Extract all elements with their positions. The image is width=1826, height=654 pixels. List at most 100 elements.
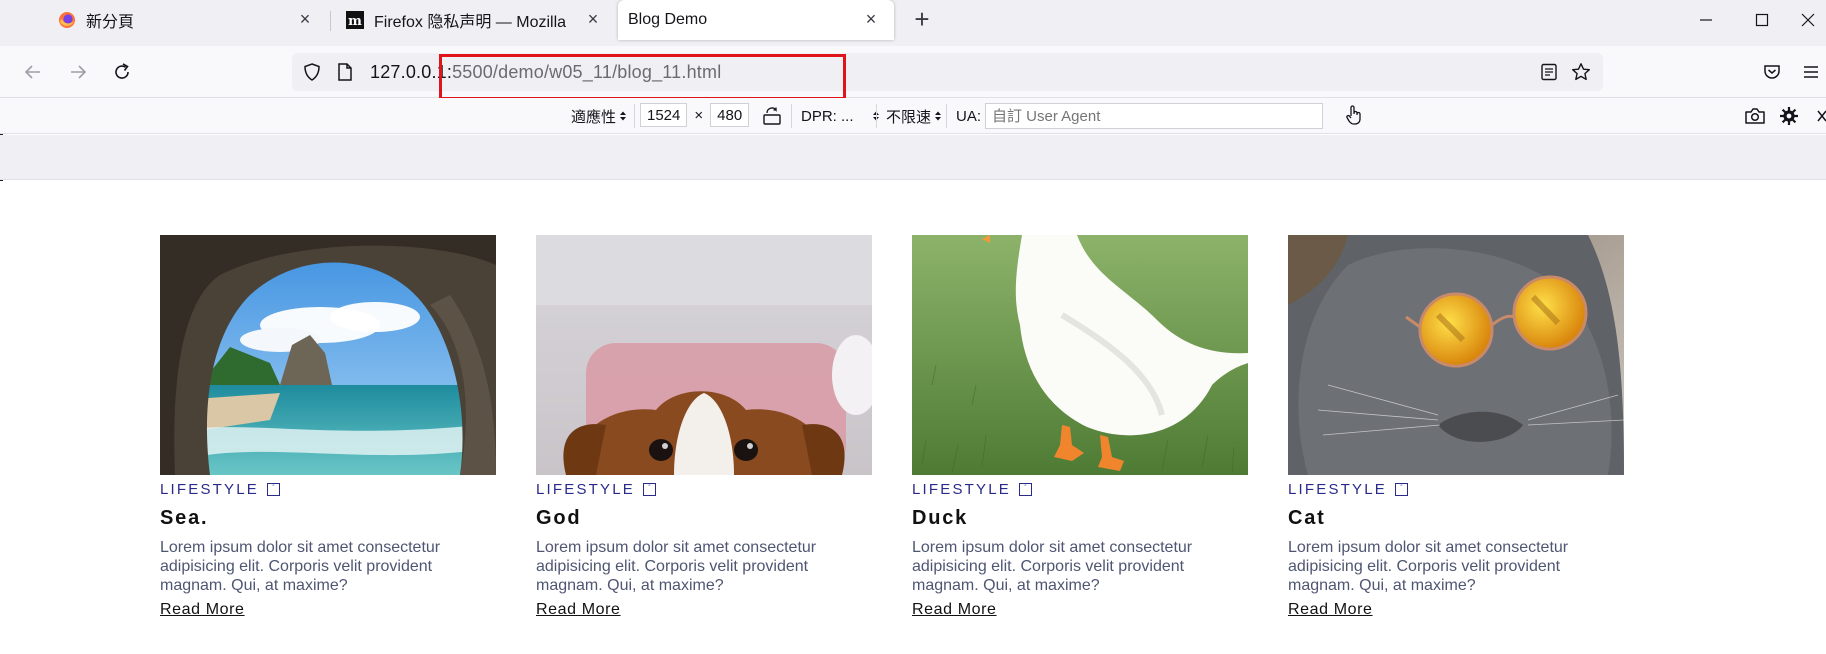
- throttle-label: 不限速: [886, 108, 932, 126]
- read-more-link[interactable]: Read More: [536, 601, 621, 619]
- card-description: Lorem ipsum dolor sit amet consectetur a…: [1288, 539, 1569, 594]
- window-close-button[interactable]: [1790, 0, 1826, 40]
- card-title: Sea.: [160, 507, 209, 529]
- card-description: Lorem ipsum dolor sit amet consectetur a…: [912, 539, 1193, 594]
- tab-label: Blog Demo: [628, 11, 708, 28]
- toolbar-divider: [876, 104, 877, 128]
- category-label: LIFESTYLE: [1288, 481, 1387, 498]
- missing-glyph-icon: ▫: [1395, 483, 1408, 496]
- blog-card-cat: LIFESTYLE ▫ Cat Lorem ipsum dolor sit am…: [1288, 235, 1624, 619]
- app-menu-button[interactable]: [1802, 58, 1826, 86]
- responsive-design-toolbar: 適應性 1524 × 480 DPR: ... 不限速 UA:: [0, 98, 1826, 134]
- reload-button[interactable]: [108, 58, 136, 86]
- missing-glyph-icon: ▫: [267, 483, 280, 496]
- blog-card-duck: LIFESTYLE ▫ Duck Lorem ipsum dolor sit a…: [912, 235, 1248, 619]
- url-host: 127.0.0.1:: [370, 62, 453, 82]
- camera-icon: [1745, 108, 1765, 124]
- dpr-selector[interactable]: DPR: ...: [801, 105, 880, 127]
- category-label: LIFESTYLE: [160, 481, 259, 498]
- gear-icon: [1780, 107, 1798, 125]
- page-info-icon[interactable]: [336, 62, 354, 82]
- svg-text:m: m: [348, 14, 362, 29]
- cat-with-sunglasses-image: [1288, 235, 1624, 475]
- screenshot-button[interactable]: [1744, 105, 1766, 127]
- hamburger-menu-icon: [1804, 66, 1818, 78]
- navigation-toolbar: 127.0.0.1:5500/demo/w05_11/blog_11.html: [0, 46, 1826, 98]
- bookmark-star-icon[interactable]: [1571, 62, 1591, 82]
- url-bar[interactable]: 127.0.0.1:5500/demo/w05_11/blog_11.html: [292, 53, 1603, 91]
- card-description: Lorem ipsum dolor sit amet consectetur a…: [536, 539, 817, 594]
- card-title: God: [536, 507, 582, 529]
- category-label: LIFESTYLE: [912, 481, 1011, 498]
- card-title: Duck: [912, 507, 969, 529]
- back-button[interactable]: [19, 58, 47, 86]
- new-tab-button[interactable]: +: [910, 6, 934, 32]
- dpr-label: DPR: ...: [801, 107, 854, 125]
- missing-glyph-icon: ▫: [643, 483, 656, 496]
- viewport-height-input[interactable]: 480: [710, 103, 750, 127]
- card-title: Cat: [1288, 507, 1326, 529]
- duck-image: [912, 235, 1248, 475]
- pocket-icon: [1764, 65, 1780, 79]
- times-sign: ×: [694, 106, 704, 124]
- mozilla-m-icon: m: [346, 11, 364, 29]
- close-rdm-button[interactable]: [1816, 105, 1826, 127]
- throttle-selector[interactable]: 不限速: [886, 105, 942, 127]
- tab-new-tab[interactable]: 新分頁 ×: [58, 0, 328, 40]
- rotate-button[interactable]: [762, 105, 782, 127]
- card-description: Lorem ipsum dolor sit amet consectetur a…: [160, 539, 441, 594]
- maximize-button[interactable]: [1734, 0, 1790, 40]
- close-tab-icon[interactable]: ×: [584, 10, 602, 28]
- url-path: 5500/demo/w05_11/blog_11.html: [452, 62, 722, 82]
- page-viewport: LIFESTYLE ▫ Sea. Lorem ipsum dolor sit a…: [0, 181, 1826, 654]
- sea-cave-image: [160, 235, 496, 475]
- minimize-icon: [1700, 19, 1712, 21]
- rotate-viewport-icon: [763, 107, 781, 125]
- forward-arrow-icon: [71, 65, 87, 79]
- forward-button[interactable]: [64, 58, 92, 86]
- category-label: LIFESTYLE: [536, 481, 635, 498]
- tab-label: Firefox 隐私声明 — Mozilla: [374, 14, 567, 31]
- tracking-shield-icon[interactable]: [302, 62, 322, 82]
- toolbar-divider: [634, 104, 635, 128]
- close-tab-icon[interactable]: ×: [862, 10, 880, 28]
- puppy-image: [536, 235, 872, 475]
- touch-simulation-button[interactable]: [1344, 104, 1364, 126]
- tab-divider: [330, 11, 331, 31]
- close-window-icon: [1801, 13, 1815, 27]
- up-down-arrow-icon: [620, 111, 627, 121]
- read-more-link[interactable]: Read More: [1288, 601, 1373, 619]
- viewport-size: 1524 × 480: [640, 103, 750, 127]
- reader-view-icon[interactable]: [1540, 63, 1558, 81]
- toolbar-divider: [791, 104, 792, 128]
- url-text[interactable]: 127.0.0.1:5500/demo/w05_11/blog_11.html: [370, 62, 721, 83]
- viewport-width-input[interactable]: 1524: [640, 103, 688, 127]
- tab-strip: 新分頁 × m Firefox 隐私声明 — Mozilla × Blog De…: [0, 0, 1826, 46]
- up-down-arrow-icon: [935, 111, 942, 121]
- reload-icon: [115, 63, 129, 79]
- close-tab-icon[interactable]: ×: [296, 10, 314, 28]
- read-more-link[interactable]: Read More: [160, 601, 245, 619]
- user-agent-input[interactable]: [985, 103, 1323, 129]
- missing-glyph-icon: ▫: [1019, 483, 1032, 496]
- toolbar-divider: [946, 104, 947, 128]
- device-label: 適應性: [571, 108, 617, 126]
- card-category: LIFESTYLE ▫: [536, 481, 872, 498]
- tab-firefox-privacy[interactable]: m Firefox 隐私声明 — Mozilla ×: [346, 0, 616, 40]
- read-more-link[interactable]: Read More: [912, 601, 997, 619]
- pocket-button[interactable]: [1758, 58, 1786, 86]
- ua-label: UA:: [956, 107, 982, 125]
- viewport-header-area: [0, 135, 1826, 180]
- tab-blog-demo[interactable]: Blog Demo ×: [618, 0, 894, 40]
- minimize-button[interactable]: [1678, 0, 1734, 40]
- close-icon: [1817, 110, 1826, 122]
- tab-label: 新分頁: [86, 14, 135, 31]
- back-arrow-icon: [24, 65, 40, 79]
- settings-button[interactable]: [1779, 105, 1799, 127]
- card-category: LIFESTYLE ▫: [1288, 481, 1624, 498]
- card-category: LIFESTYLE ▫: [160, 481, 496, 498]
- device-selector[interactable]: 適應性: [571, 105, 627, 127]
- touch-hand-icon: [1346, 105, 1361, 125]
- firefox-logo-icon: [59, 12, 75, 28]
- blog-card-god: LIFESTYLE ▫ God Lorem ipsum dolor sit am…: [536, 235, 872, 619]
